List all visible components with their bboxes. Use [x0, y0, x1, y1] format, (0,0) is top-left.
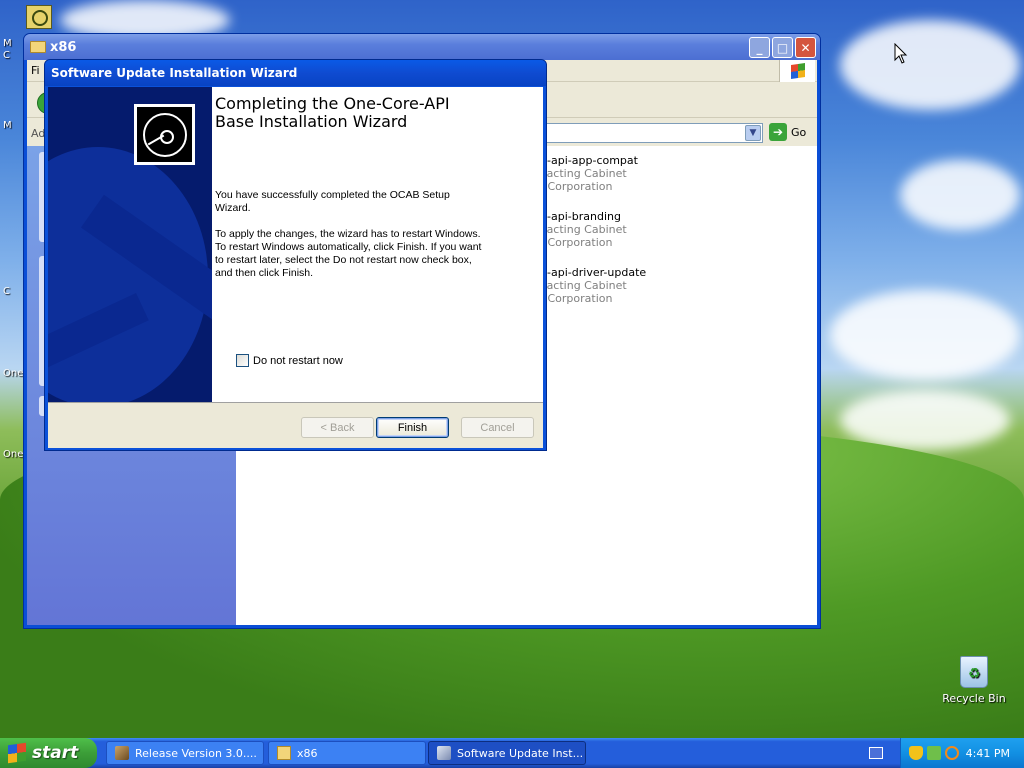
- wizard-titlebar[interactable]: Software Update Installation Wizard: [45, 60, 546, 86]
- wizard-paragraph-success: You have successfully completed the OCAB…: [215, 189, 450, 214]
- wizard-heading: Completing the One-Core-API Base Install…: [215, 94, 450, 131]
- list-item[interactable]: re-api-driver-update cracting Cabinet ft…: [536, 266, 646, 305]
- installer-icon: [437, 746, 451, 760]
- file-company: ft Corporation: [536, 292, 613, 305]
- recycle-bin[interactable]: ♻ Recycle Bin: [938, 656, 1010, 705]
- file-name: re-api-driver-update: [536, 266, 647, 279]
- do-not-restart-checkbox[interactable]: Do not restart now: [236, 354, 343, 367]
- network-icon[interactable]: [927, 746, 941, 760]
- file-company: ft Corporation: [536, 236, 613, 249]
- search-icon[interactable]: [945, 746, 959, 760]
- cloud: [840, 20, 1020, 110]
- system-tray: 4:41 PM: [900, 738, 1024, 768]
- back-button[interactable]: < Back: [301, 417, 374, 438]
- task-label: x86: [297, 746, 318, 760]
- taskbar-item-software-update[interactable]: Software Update Inst...: [428, 741, 586, 765]
- file-type: cracting Cabinet: [536, 279, 627, 292]
- finish-button[interactable]: Finish: [376, 417, 449, 438]
- minimize-button[interactable]: _: [749, 37, 770, 58]
- chevron-down-icon[interactable]: ▼: [745, 125, 761, 141]
- keyboard-language-icon[interactable]: [869, 747, 883, 759]
- wizard-banner: [48, 87, 212, 402]
- list-item[interactable]: re-api-branding cracting Cabinet ft Corp…: [536, 210, 627, 249]
- taskbar-item-release[interactable]: Release Version 3.0....: [106, 741, 264, 765]
- checkbox-label[interactable]: Do not restart now: [253, 355, 343, 367]
- go-label: Go: [791, 125, 807, 139]
- address-input[interactable]: ▼: [539, 123, 763, 143]
- desktop-icon-label[interactable]: M: [3, 120, 12, 131]
- file-name: re-api-app-compat: [536, 154, 638, 167]
- wizard-button-bar: < Back Finish Cancel: [48, 402, 543, 448]
- taskbar: start Release Version 3.0.... x86 Softwa…: [0, 738, 1024, 768]
- desktop-icon-label[interactable]: One: [3, 449, 23, 460]
- menu-file[interactable]: Fi: [31, 64, 40, 77]
- desktop-icon-label[interactable]: One: [3, 368, 23, 379]
- folder-icon: [30, 41, 46, 53]
- installation-wizard-dialog: Software Update Installation Wizard Comp…: [44, 59, 547, 451]
- list-item[interactable]: re-api-app-compat cracting Cabinet ft Co…: [536, 154, 638, 193]
- explorer-title: x86: [50, 39, 77, 55]
- wizard-body: Completing the One-Core-API Base Install…: [48, 87, 543, 402]
- wizard-paragraph-restart: To apply the changes, the wizard has to …: [215, 228, 482, 279]
- task-label: Release Version 3.0....: [135, 746, 257, 760]
- cancel-button[interactable]: Cancel: [461, 417, 534, 438]
- cloud: [840, 390, 1010, 450]
- file-company: ft Corporation: [536, 180, 613, 193]
- close-button[interactable]: ✕: [795, 37, 816, 58]
- explorer-titlebar[interactable]: x86: [24, 34, 820, 60]
- start-label: start: [32, 743, 79, 763]
- desktop-shortcut-icon[interactable]: [26, 5, 52, 29]
- clock[interactable]: 4:41 PM: [966, 747, 1010, 760]
- task-label: Software Update Inst...: [457, 746, 584, 760]
- desktop-icon-label[interactable]: C: [3, 286, 10, 297]
- cloud: [830, 290, 1020, 380]
- file-name: re-api-branding: [536, 210, 621, 223]
- checkbox-box[interactable]: [236, 354, 249, 367]
- go-button[interactable]: ➔ Go: [769, 123, 806, 141]
- release-app-icon: [115, 746, 129, 760]
- recycle-bin-icon: ♻: [960, 656, 988, 688]
- cd-disc-icon: [134, 104, 195, 165]
- security-shield-icon[interactable]: [909, 746, 923, 760]
- mouse-cursor-icon: [894, 43, 908, 64]
- windows-logo-icon: [779, 60, 815, 82]
- start-button[interactable]: start: [0, 738, 97, 768]
- cloud: [900, 160, 1020, 230]
- windows-flag-icon: [8, 742, 26, 764]
- desktop-icon-label[interactable]: M: [3, 38, 12, 49]
- maximize-button[interactable]: □: [772, 37, 793, 58]
- recycle-bin-label: Recycle Bin: [942, 692, 1006, 705]
- wizard-title: Software Update Installation Wizard: [51, 66, 298, 80]
- taskbar-item-x86[interactable]: x86: [268, 741, 426, 765]
- desktop-icon-label[interactable]: C: [3, 50, 10, 61]
- folder-icon: [277, 746, 291, 760]
- go-arrow-icon: ➔: [769, 123, 787, 141]
- file-type: cracting Cabinet: [536, 223, 627, 236]
- file-type: cracting Cabinet: [536, 167, 627, 180]
